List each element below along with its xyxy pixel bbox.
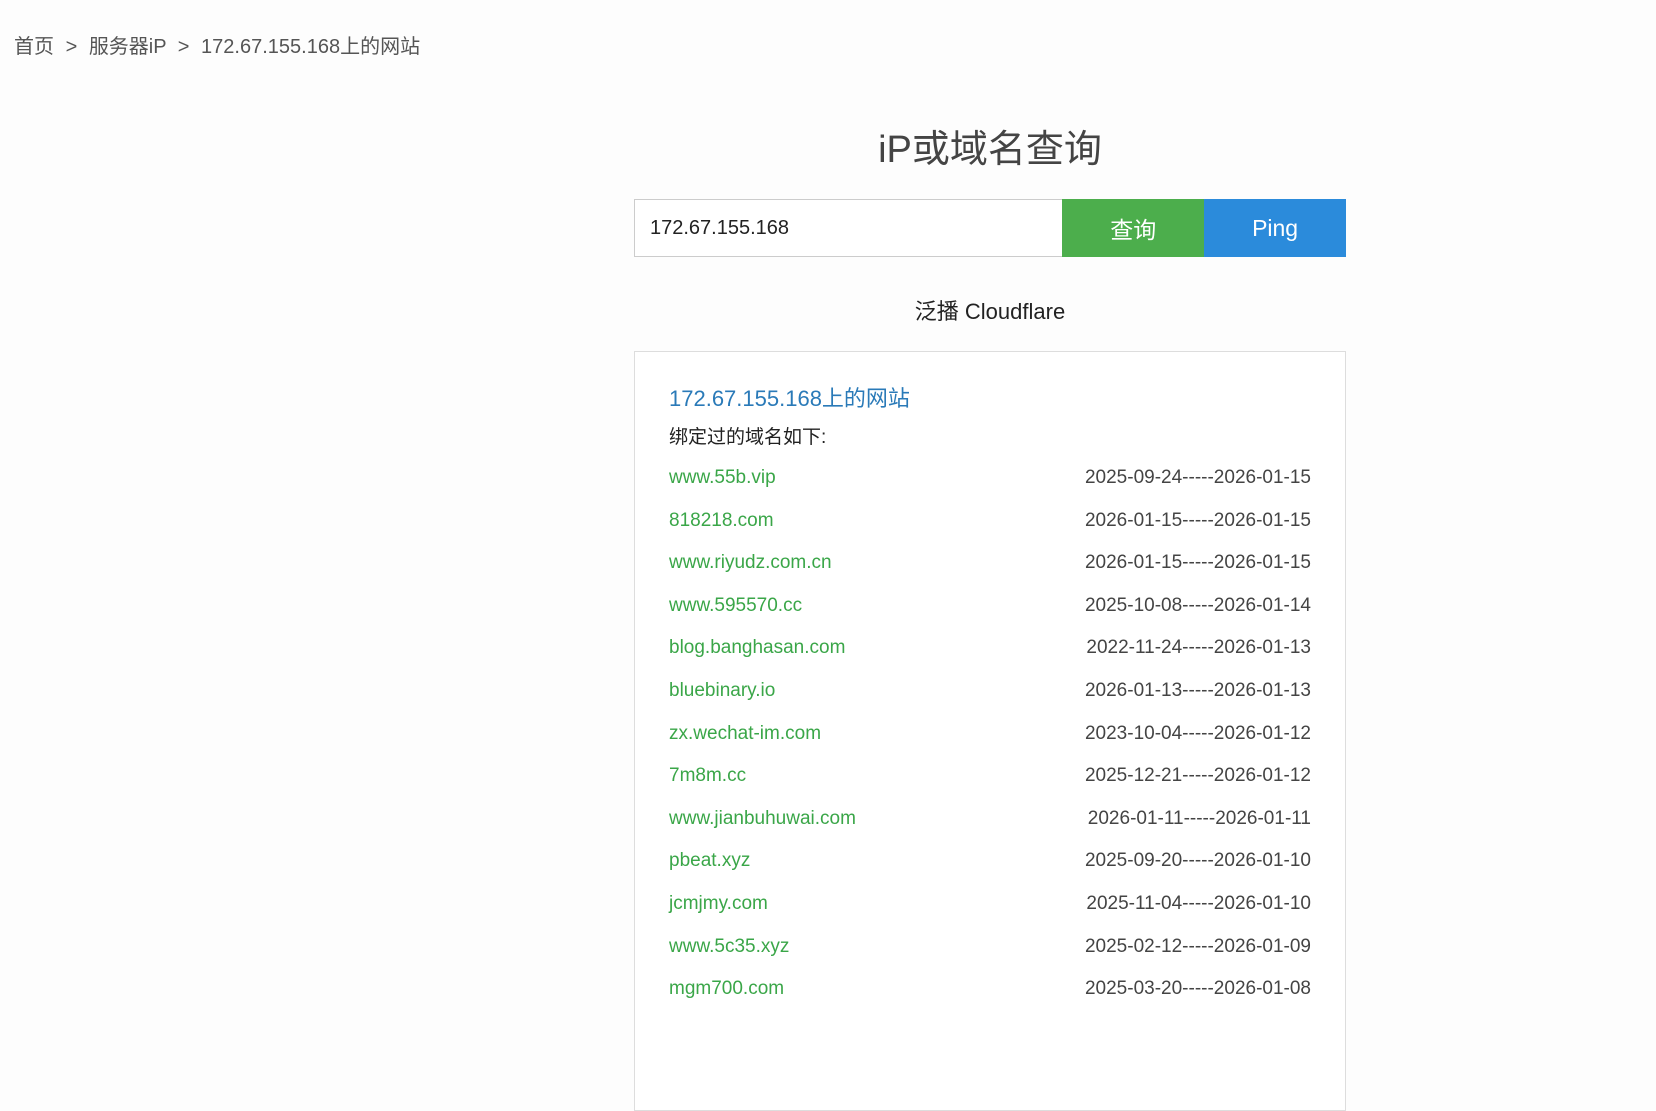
domain-row: 7m8m.cc 2025-12-21-----2026-01-12 [669,763,1311,806]
domain-row: 818218.com 2026-01-15-----2026-01-15 [669,508,1311,551]
domain-link[interactable]: jcmjmy.com [669,891,768,934]
domain-date-range: 2022-11-24-----2026-01-13 [1086,637,1311,659]
domain-row: zx.wechat-im.com 2023-10-04-----2026-01-1… [669,721,1311,764]
breadcrumb: 首页 > 服务器iP > 172.67.155.168上的网站 [14,30,420,59]
domain-link[interactable]: www.5c35.xyz [669,934,789,977]
breadcrumb-current: 172.67.155.168上的网站 [201,36,421,58]
ip-location-info: 泛播 Cloudflare [914,299,1066,324]
domain-date-range: 2025-10-08-----2026-01-14 [1084,594,1311,616]
domain-row: pbeat.xyz 2025-09-20-----2026-01-10 [669,848,1311,891]
domain-row: blog.banghasan.com 2022-11-24-----2026-01… [669,635,1311,678]
breadcrumb-home-link[interactable]: 首页 [14,36,54,58]
domain-date-range: 2023-10-04-----2026-01-12 [1084,722,1311,744]
domain-row: jcmjmy.com 2025-11-04-----2026-01-10 [669,891,1311,934]
domain-date-range: 2025-09-24-----2026-01-15 [1084,467,1311,488]
page-title: iP或域名查询 [878,129,1102,171]
domain-date-range: 2025-02-12-----2026-01-09 [1084,935,1311,957]
search-input[interactable] [634,199,1063,257]
domain-link[interactable]: mgm700.com [669,976,784,1019]
domain-date-range: 2026-01-13-----2026-01-13 [1084,679,1311,701]
domain-link[interactable]: bluebinary.io [669,678,775,721]
query-button[interactable]: 查询 [1062,199,1205,257]
ping-button[interactable]: Ping [1204,199,1346,257]
domain-row: www.5c35.xyz 2025-02-12-----2026-01-09 [669,934,1311,977]
domain-link[interactable]: www.595570.cc [669,593,802,636]
domain-panel: 172.67.155.168上的网站 绑定过的域名如下: www.55b.vip… [634,351,1346,1111]
domain-link[interactable]: 7m8m.cc [669,763,746,806]
domain-row: bluebinary.io 2026-01-13-----2026-01-13 [669,678,1311,721]
panel-title: 172.67.155.168上的网站 [669,386,910,411]
domain-date-range: 2025-09-20-----2026-01-10 [1084,850,1311,872]
domain-link[interactable]: pbeat.xyz [669,848,750,891]
search-form: 查询 Ping [634,199,1346,257]
domain-link[interactable]: www.jianbuhuwai.com [669,806,856,849]
domain-row: www.595570.cc 2025-10-08-----2026-01-14 [669,593,1311,636]
domain-row: www.55b.vip 2025-09-24-----2026-01-15 [669,465,1311,508]
domain-date-range: 2025-12-21-----2026-01-12 [1084,765,1311,787]
breadcrumb-server-ip-link[interactable]: 服务器iP [89,36,166,58]
domain-date-range: 2025-03-20-----2026-01-08 [1084,978,1311,1000]
domain-date-range: 2025-11-04-----2026-01-10 [1086,892,1311,914]
panel-subtitle: 绑定过的域名如下: [669,427,827,448]
domain-date-range: 2026-01-15-----2026-01-15 [1084,509,1311,531]
domain-row: www.riyudz.com.cn 2026-01-15-----2026-01-… [669,550,1311,593]
domain-date-range: 2026-01-11-----2026-01-11 [1087,807,1311,829]
domain-link[interactable]: blog.banghasan.com [669,635,845,678]
domain-link[interactable]: www.riyudz.com.cn [669,550,832,593]
domain-link[interactable]: www.55b.vip [669,465,776,508]
breadcrumb-separator: > [177,36,190,58]
domain-link[interactable]: 818218.com [669,508,774,551]
domain-row: www.jianbuhuwai.com 2026-01-11-----2026-0… [669,806,1311,849]
domain-link[interactable]: zx.wechat-im.com [669,721,821,764]
domain-date-range: 2026-01-15-----2026-01-15 [1084,552,1311,574]
domain-row: mgm700.com 2025-03-20-----2026-01-08 [669,976,1311,1019]
breadcrumb-separator: > [65,36,78,58]
domain-list: www.55b.vip 2025-09-24-----2026-01-15 8182… [669,465,1311,1019]
